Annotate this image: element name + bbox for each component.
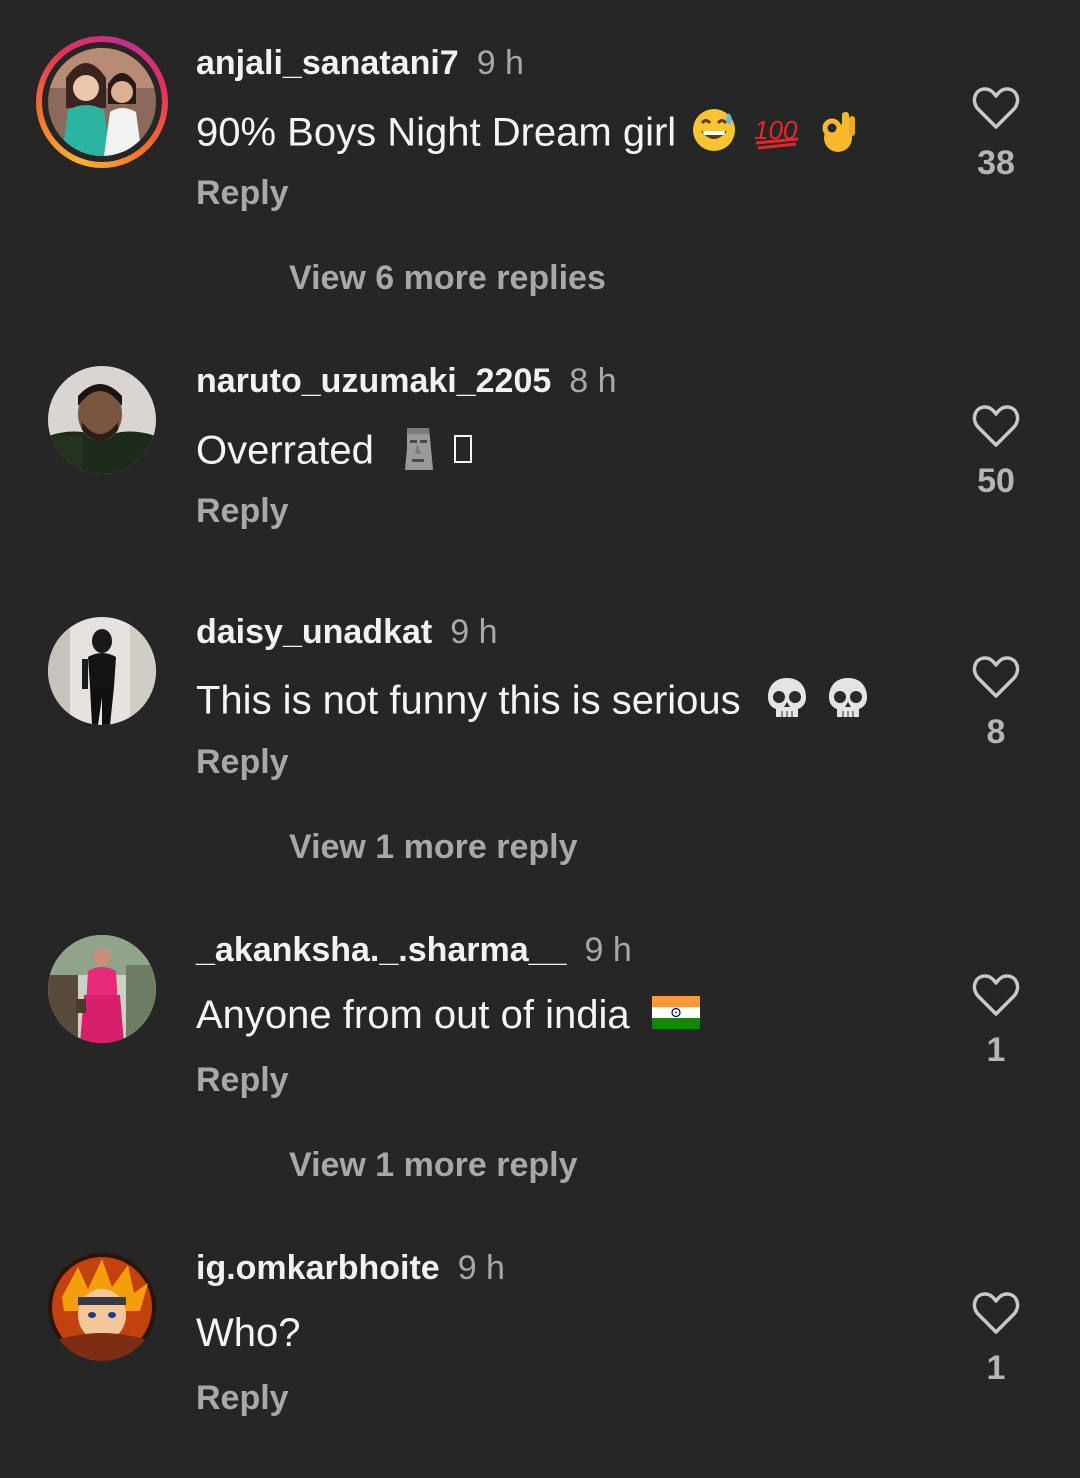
like-button[interactable]: 8 — [966, 655, 1026, 752]
view-more-replies-button[interactable]: View 1 more reply — [289, 828, 578, 867]
avatar[interactable] — [48, 366, 156, 474]
avatar[interactable] — [48, 935, 156, 1043]
hundred-points-emoji: 100 — [752, 107, 802, 163]
like-button[interactable]: 50 — [966, 404, 1026, 501]
like-button[interactable]: 1 — [966, 973, 1026, 1070]
avatar[interactable] — [36, 36, 168, 168]
skull-emoji — [825, 675, 871, 731]
reply-button[interactable]: Reply — [196, 743, 289, 782]
india-flag-emoji — [651, 993, 701, 1041]
comment-text: 90% Boys Night Dream girl 100 — [196, 106, 862, 164]
heart-icon[interactable] — [966, 404, 1026, 448]
comment-username[interactable]: anjali_sanatani7 9 h — [196, 44, 524, 83]
comment-time: 9 h — [457, 1249, 505, 1287]
comment-username[interactable]: daisy_unadkat 9 h — [196, 613, 497, 652]
like-count: 38 — [977, 144, 1015, 182]
heart-icon[interactable] — [966, 973, 1026, 1017]
heart-icon[interactable] — [966, 1291, 1026, 1335]
like-count: 50 — [977, 462, 1015, 500]
heart-icon[interactable] — [966, 655, 1026, 699]
skull-emoji — [764, 675, 810, 731]
story-ring — [36, 36, 168, 168]
reply-button[interactable]: Reply — [196, 1061, 289, 1100]
reply-button[interactable]: Reply — [196, 1379, 289, 1418]
comment-text: Who? — [196, 1311, 301, 1355]
like-count: 1 — [986, 1031, 1006, 1069]
view-more-replies-button[interactable]: View 1 more reply — [289, 1146, 578, 1185]
reply-button[interactable]: Reply — [196, 492, 289, 531]
comments-screen: anjali_sanatani7 9 h 90% Boys Night Dream… — [0, 0, 1080, 1478]
comment-text: Overrated — [196, 424, 474, 482]
like-count: 1 — [986, 1349, 1006, 1387]
comment-username[interactable]: ig.omkarbhoite 9 h — [196, 1249, 505, 1288]
like-count: 8 — [986, 713, 1006, 751]
comment-username[interactable]: naruto_uzumaki_2205 8 h — [196, 362, 617, 401]
comment-time: 9 h — [584, 931, 632, 969]
grinning-sweat-emoji — [691, 107, 737, 163]
moai-emoji — [399, 424, 437, 482]
heart-icon[interactable] — [966, 86, 1026, 130]
like-button[interactable]: 38 — [966, 86, 1026, 183]
comment-username[interactable]: _akanksha._.sharma__ 9 h — [196, 931, 632, 970]
reply-button[interactable]: Reply — [196, 174, 289, 213]
missing-glyph — [452, 431, 474, 476]
avatar[interactable] — [48, 617, 156, 725]
comment-text: This is not funny this is serious — [196, 675, 871, 731]
avatar[interactable] — [48, 1253, 156, 1361]
comment-time: 9 h — [476, 44, 524, 82]
comment-time: 9 h — [450, 613, 498, 651]
comment-time: 8 h — [569, 362, 617, 400]
like-button[interactable]: 1 — [966, 1291, 1026, 1388]
ok-hand-emoji — [818, 106, 862, 164]
view-more-replies-button[interactable]: View 6 more replies — [289, 259, 606, 298]
comment-text: Anyone from out of india — [196, 993, 701, 1041]
